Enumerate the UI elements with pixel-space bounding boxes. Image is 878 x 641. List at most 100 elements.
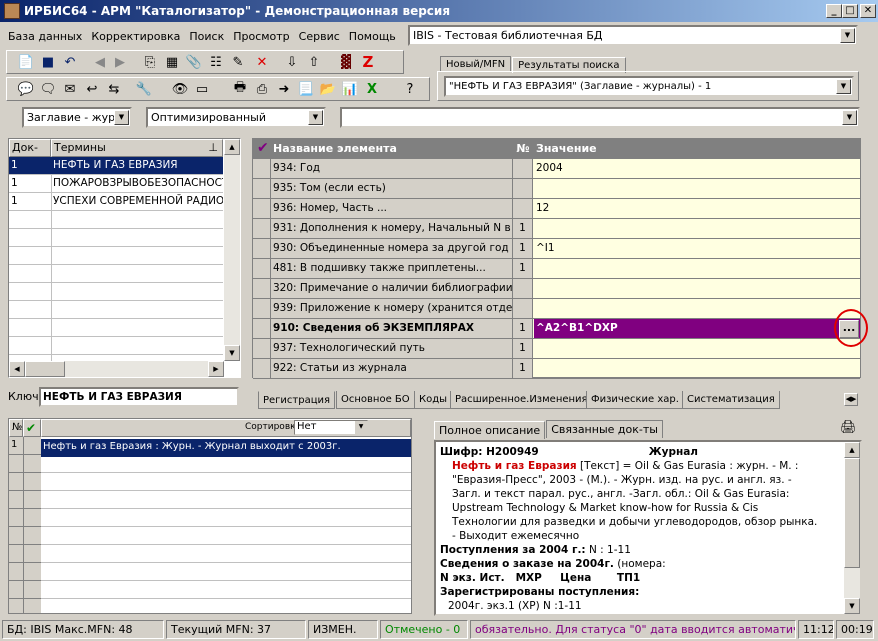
folder-icon[interactable]: 📂: [318, 79, 338, 99]
field-value[interactable]: [534, 219, 860, 238]
col-count-header[interactable]: Док-ов: [9, 139, 51, 170]
minimize-button[interactable]: _: [826, 4, 842, 18]
menu-search[interactable]: Поиск: [189, 30, 224, 43]
extra-select[interactable]: ▼: [340, 107, 860, 128]
list-item[interactable]: 1 УСПЕХИ СОВРЕМЕННОЙ РАДИО:: [9, 193, 223, 210]
chart-icon[interactable]: 📊: [340, 79, 360, 99]
reply-icon[interactable]: ↩: [82, 79, 102, 99]
vertical-scrollbar[interactable]: ▲ ▼: [844, 442, 860, 614]
next-icon[interactable]: ▶: [110, 52, 130, 72]
row-selector[interactable]: [253, 279, 271, 298]
field-value[interactable]: [534, 259, 860, 278]
worksheet-row[interactable]: 910: Сведения об ЭКЗЕМПЛЯРАХ 1 ^A2^B1^DXP.…: [253, 319, 860, 339]
search-result-select[interactable]: "НЕФТЬ И ГАЗ ЕВРАЗИЯ" (Заглавие - журнал…: [444, 76, 854, 97]
worksheet-row[interactable]: 481: В подшивку также приплетены... 1: [253, 259, 860, 279]
field-value[interactable]: ^I1: [534, 239, 860, 258]
tab-codes[interactable]: Коды: [414, 391, 453, 409]
row-selector[interactable]: [253, 319, 271, 338]
field-value[interactable]: [534, 339, 860, 358]
tab-extended[interactable]: Расширенное.Изменения: [450, 391, 593, 409]
worksheet-row[interactable]: 939: Приложение к номеру (хранится отдел…: [253, 299, 860, 319]
worksheet-row[interactable]: 937: Технологический путь 1: [253, 339, 860, 359]
key-input[interactable]: НЕФТЬ И ГАЗ ЕВРАЗИЯ: [39, 387, 239, 407]
green-arrow-icon[interactable]: ➜: [274, 79, 294, 99]
tab-full-description[interactable]: Полное описание: [434, 421, 546, 439]
tree-icon[interactable]: ☷: [206, 52, 226, 72]
row-selector[interactable]: [253, 199, 271, 218]
sort-select[interactable]: Нет ▼: [294, 420, 368, 435]
edit-icon[interactable]: ✎: [228, 52, 248, 72]
field-value[interactable]: 2004: [534, 159, 860, 178]
field-value[interactable]: [534, 359, 860, 378]
tab-related-docs[interactable]: Связанные док-ты: [546, 420, 663, 438]
menu-edit[interactable]: Корректировка: [91, 30, 180, 43]
row-selector[interactable]: [253, 299, 271, 318]
print-icon[interactable]: 🖶: [230, 79, 250, 99]
menu-database[interactable]: База данных: [8, 30, 82, 43]
maximize-button[interactable]: □: [842, 4, 858, 18]
mode-select[interactable]: Оптимизированный ▼: [146, 107, 326, 128]
horizontal-scrollbar[interactable]: ◀ ▶: [9, 361, 224, 377]
tools-icon[interactable]: 🔧: [134, 79, 154, 99]
col-terms-header[interactable]: Термины ⊥: [51, 139, 223, 157]
close-button[interactable]: ✕: [860, 4, 876, 18]
tab-registration[interactable]: Регистрация: [258, 391, 336, 409]
chat-icon[interactable]: 💬: [16, 79, 36, 99]
row-selector[interactable]: [253, 259, 271, 278]
row-selector[interactable]: [253, 359, 271, 378]
copy-icon[interactable]: ⎘: [140, 52, 160, 72]
menu-help[interactable]: Помощь: [349, 30, 396, 43]
prev-icon[interactable]: ◀: [90, 52, 110, 72]
row-selector[interactable]: [253, 339, 271, 358]
mail-icon[interactable]: ✉: [60, 79, 80, 99]
database-select[interactable]: IBIS - Тестовая библиотечная БД ▼: [408, 25, 858, 46]
checkmark-icon[interactable]: ✔: [23, 419, 41, 437]
save-icon[interactable]: ■: [38, 52, 58, 72]
vertical-scrollbar[interactable]: ▲ ▼: [224, 139, 240, 361]
list-item[interactable]: 1 НЕФТЬ И ГАЗ ЕВРАЗИЯ: [9, 157, 223, 174]
checkmark-icon[interactable]: ✔: [257, 140, 269, 156]
field-value[interactable]: [534, 299, 860, 318]
worksheet-row[interactable]: 935: Том (если есть): [253, 179, 860, 199]
row-selector[interactable]: [253, 239, 271, 258]
new-doc-icon[interactable]: 📄: [16, 52, 36, 72]
worksheet-row[interactable]: 931: Дополнения к номеру, Начальный N в …: [253, 219, 860, 239]
field-value[interactable]: [534, 279, 860, 298]
field-value[interactable]: ^A2^B1^DXP: [534, 319, 860, 338]
tab-physical[interactable]: Физические хар.: [586, 391, 684, 409]
worksheet-row[interactable]: 922: Статьи из журнала 1: [253, 359, 860, 379]
worksheet-row[interactable]: 934: Год 2004: [253, 159, 860, 179]
menu-service[interactable]: Сервис: [299, 30, 340, 43]
field-value[interactable]: [534, 179, 860, 198]
export-icon[interactable]: ⇧: [304, 52, 324, 72]
tab-new-mfn[interactable]: Новый/MFN: [440, 56, 512, 72]
index-select[interactable]: Заглавие - журна ▼: [22, 107, 132, 128]
tab-scroll-icon[interactable]: ◀▶: [844, 393, 858, 406]
filter-icon[interactable]: ▓: [336, 52, 356, 72]
chat2-icon[interactable]: 🗨: [38, 79, 58, 99]
view-icon[interactable]: 👁: [170, 79, 190, 99]
table-row[interactable]: Нефть и газ Евразия : Журн. - Журнал вых…: [41, 439, 411, 457]
doc-icon[interactable]: 📃: [296, 79, 316, 99]
row-selector[interactable]: [253, 219, 271, 238]
attach-icon[interactable]: 📎: [184, 52, 204, 72]
excel-icon[interactable]: X: [362, 79, 382, 99]
help-icon[interactable]: ?: [400, 79, 420, 99]
row-selector[interactable]: [253, 179, 271, 198]
menu-view[interactable]: Просмотр: [233, 30, 289, 43]
worksheet-row[interactable]: 930: Объединенные номера за другой год 1 ^…: [253, 239, 860, 259]
worksheet-row[interactable]: 936: Номер, Часть ... 12: [253, 199, 860, 219]
worksheet-row[interactable]: 320: Примечание о наличии библиографии/у…: [253, 279, 860, 299]
print2-icon[interactable]: ⎙: [252, 79, 272, 99]
z3950-icon[interactable]: Z: [358, 52, 378, 72]
grid-icon[interactable]: ▦: [162, 52, 182, 72]
tab-main-bo[interactable]: Основное БО: [336, 391, 415, 409]
window-icon[interactable]: ▭: [192, 79, 212, 99]
tab-systematization[interactable]: Систематизация: [682, 391, 780, 409]
delete-icon[interactable]: ✕: [252, 52, 272, 72]
list-item[interactable]: 1 ПОЖАРОВЗРЫВОБЕЗОПАСНОСТ: [9, 175, 223, 192]
undo-icon[interactable]: ↶: [60, 52, 80, 72]
import-icon[interactable]: ⇩: [282, 52, 302, 72]
row-selector[interactable]: [253, 159, 271, 178]
network-icon[interactable]: ⇆: [104, 79, 124, 99]
